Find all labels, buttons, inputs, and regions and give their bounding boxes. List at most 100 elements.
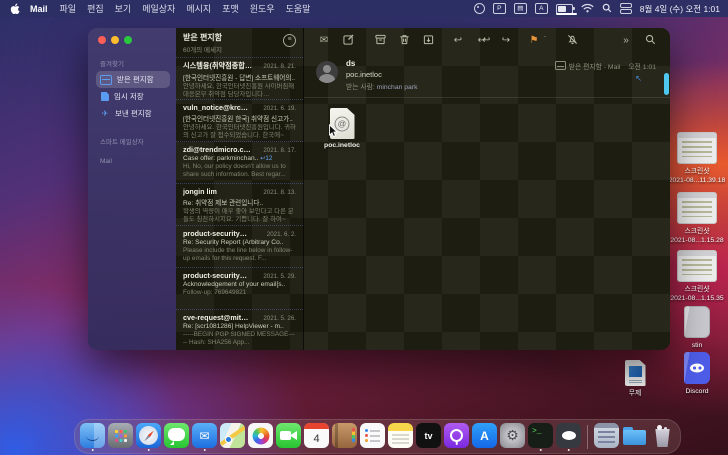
dock-safari-icon[interactable]	[136, 423, 161, 448]
drafts-icon	[101, 92, 109, 101]
desktop-icon-untitled[interactable]: 무제	[600, 360, 670, 398]
dock-reminders-icon[interactable]	[360, 423, 385, 448]
message-list-item[interactable]: product-security…2021. 5. 29. Acknowledg…	[176, 267, 303, 309]
terminal-glyph: >_	[532, 427, 542, 436]
mute-icon[interactable]	[560, 34, 584, 45]
menubar-underline	[556, 13, 577, 15]
list-title: 받은 편지함	[183, 32, 296, 43]
menu-mailbox[interactable]: 메일상자	[142, 2, 175, 15]
running-indicator	[91, 449, 94, 452]
dock-discord-icon[interactable]	[556, 423, 581, 448]
menu-window[interactable]: 윈도우	[250, 2, 275, 15]
zoom-window-button[interactable]	[124, 36, 132, 44]
desktop-icon-screenshot-3[interactable]: 스크린샷2021-08...1.15.35	[661, 250, 728, 303]
desktop-icon-screenshot-2[interactable]: 스크린샷2021-08...1.15.28	[661, 192, 728, 245]
p-app-icon[interactable]: P	[493, 3, 506, 14]
filter-icon[interactable]: ≡	[283, 34, 296, 47]
dock-minimized-window-icon[interactable]	[594, 423, 619, 448]
desktop-icon-stin[interactable]: stin	[661, 306, 728, 350]
junk-icon[interactable]	[416, 34, 440, 45]
sent-icon: ✈	[100, 109, 110, 118]
dock-calendar-icon[interactable]: 4	[304, 423, 329, 448]
active-app-menu[interactable]: Mail	[30, 4, 48, 14]
message-list-item[interactable]: cve-request@mit…2021. 5. 26. Re: [scr108…	[176, 309, 303, 350]
to-value[interactable]: minchan park	[377, 84, 418, 91]
mail-section-label[interactable]: Mail	[100, 158, 170, 165]
reply-icon[interactable]: ↩	[446, 35, 470, 46]
control-center-icon[interactable]	[620, 3, 632, 15]
menu-help[interactable]: 도움말	[286, 2, 311, 15]
menu-view[interactable]: 보기	[115, 2, 132, 15]
menu-edit[interactable]: 편집	[87, 2, 104, 15]
dock-downloads-folder-icon[interactable]	[622, 423, 647, 448]
dock-maps-icon[interactable]	[220, 423, 245, 448]
message-sender: 시스템융(취약점종합…	[183, 61, 252, 71]
dock-trash-icon[interactable]	[650, 423, 675, 448]
dock-finder-icon[interactable]	[80, 423, 105, 448]
sidebar-inbox-label: 받은 편지함	[117, 74, 154, 85]
reply-all-icon[interactable]: ↩↩	[470, 35, 494, 46]
smart-mailboxes-label[interactable]: 스마트 메일상자	[100, 136, 170, 146]
attachment[interactable]: @ poc.inetloc	[320, 108, 364, 149]
search-icon[interactable]	[638, 34, 662, 45]
message-preview: 안녕하세요. 한국인터넷진흥원입니다. 귀하의 신고가 잘 접수되었습니다. 한…	[183, 124, 296, 141]
close-window-button[interactable]	[98, 36, 106, 44]
message-list-item[interactable]: zdi@trendmicro.c…2021. 8. 17. Case offer…	[176, 141, 303, 183]
flag-caret-icon[interactable]: ˇ	[544, 37, 552, 43]
message-list-item[interactable]: vuln_notice@krc…2021. 6. 19. [한국인터넷진흥원 한…	[176, 99, 303, 141]
message-list-item[interactable]: 시스템융(취약점종합…2021. 8. 21. [한국인터넷진흥원 - 답변] …	[176, 57, 303, 99]
get-mail-icon[interactable]: ✉	[312, 35, 336, 46]
desktop-icon-discord-dmg[interactable]: Discord	[661, 352, 728, 396]
minimize-window-button[interactable]	[111, 36, 119, 44]
discord-disk-image-icon	[684, 352, 710, 384]
compose-icon[interactable]	[336, 34, 360, 45]
dock-terminal-icon[interactable]: >_	[528, 423, 553, 448]
wifi-icon[interactable]	[581, 3, 594, 15]
flag-icon[interactable]: ⚑	[524, 35, 544, 46]
sidebar-item-drafts[interactable]: 임시 저장	[96, 88, 170, 105]
message-preview: -----BEGIN PGP SIGNED MESSAGE----- Hash:…	[183, 331, 296, 348]
message-list-item[interactable]: jongin lim2021. 8. 13. Re: 취약점 제보 관련입니다.…	[176, 183, 303, 225]
dock-messages-icon[interactable]	[164, 423, 189, 448]
menu-file[interactable]: 파일	[60, 2, 77, 15]
running-indicator	[147, 449, 150, 452]
apple-menu-icon[interactable]	[10, 3, 20, 15]
message-recipient: 받는 사람: minchan park	[346, 81, 418, 91]
mail-toolbar: ✉ ↩ ↩↩ ↪ ⚑ ˇ	[304, 28, 670, 52]
battery-icon[interactable]	[556, 4, 573, 14]
dock-notes-icon[interactable]	[388, 423, 413, 448]
inbox-mini-icon	[555, 61, 566, 70]
forward-icon[interactable]: ↪	[494, 35, 518, 46]
scrollbar-thumb[interactable]	[664, 73, 669, 95]
input-source-a-icon[interactable]: A	[535, 3, 548, 14]
message-preview: 학생의 역량이 매우 좋아 보인다고 다른 분들도 칭찬하시지요. 기쁩니다. …	[183, 208, 296, 225]
record-indicator-icon[interactable]	[474, 3, 485, 14]
desktop-icon-screenshot-1[interactable]: 스크린샷2021-08...11.39.18	[661, 132, 728, 185]
menu-message[interactable]: 메시지	[186, 2, 211, 15]
app-store-label: A	[480, 429, 489, 443]
message-sender: product-security…	[183, 271, 247, 280]
dock-launchpad-icon[interactable]	[108, 423, 133, 448]
message-date: 2021. 8. 13.	[263, 189, 296, 196]
message-list-item[interactable]: product-security…2021. 6. 2. Re: Securit…	[176, 225, 303, 267]
dock-mail-icon[interactable]: ✉	[192, 423, 217, 448]
sidebar-item-inbox[interactable]: 받은 편지함	[96, 71, 170, 88]
spotlight-search-icon[interactable]	[602, 3, 612, 15]
dock-facetime-icon[interactable]	[276, 423, 301, 448]
more-toolbar-icon[interactable]: »	[614, 35, 638, 46]
dock-podcasts-icon[interactable]	[444, 423, 469, 448]
message-sender: zdi@trendmicro.c…	[183, 145, 251, 154]
sidebar-item-sent[interactable]: ✈ 보낸 편지함	[96, 105, 170, 122]
dock-photos-icon[interactable]	[248, 423, 273, 448]
running-indicator	[203, 449, 206, 452]
keyboard-icon[interactable]: ▤	[514, 3, 527, 14]
menubar-clock[interactable]: 8월 4일 (수) 오전 1:01	[640, 3, 720, 15]
dock-app-store-icon[interactable]: A	[472, 423, 497, 448]
dock-contacts-icon[interactable]	[332, 423, 357, 448]
archive-icon[interactable]	[368, 34, 392, 45]
menu-format[interactable]: 포맷	[222, 2, 239, 15]
dock-system-preferences-icon[interactable]: ⚙	[500, 423, 525, 448]
trash-icon[interactable]	[392, 34, 416, 45]
avatar	[316, 61, 338, 83]
dock-tv-icon[interactable]: tv	[416, 423, 441, 448]
